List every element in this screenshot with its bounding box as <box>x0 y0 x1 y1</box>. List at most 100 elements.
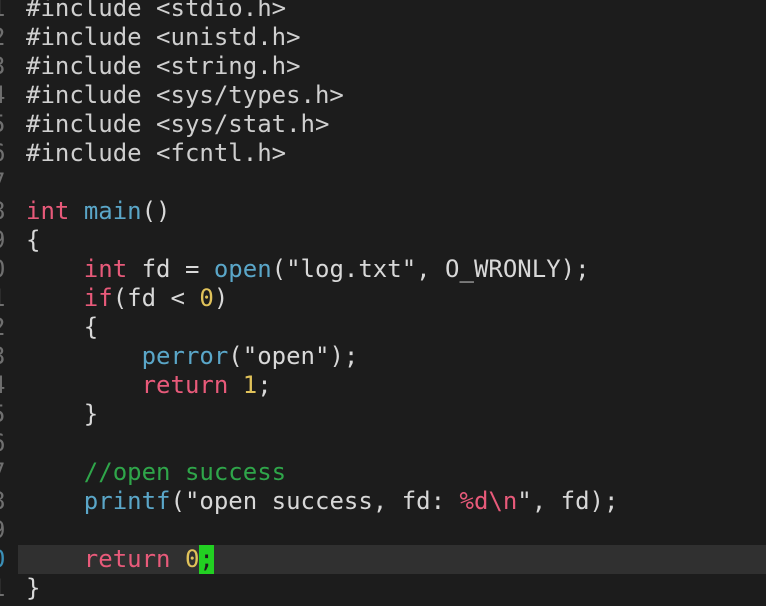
code-token-keyword-type: return <box>83 545 171 573</box>
code-token-string: "open" <box>242 342 330 370</box>
code-token-function: open <box>213 255 272 283</box>
code-line[interactable]: 5 } <box>0 400 766 429</box>
code-token-preprocessor: #include <string.h> <box>26 52 301 80</box>
line-number: 8 <box>0 487 18 516</box>
code-line[interactable]: 4 #include <sys/types.h> <box>0 81 766 110</box>
code-line[interactable]: 6 <box>0 429 766 458</box>
code-token-string: " <box>517 487 532 515</box>
code-line[interactable]: 1 if(fd < 0) <box>0 284 766 313</box>
line-code: int main() <box>26 197 171 226</box>
line-code: printf("open success, fd: %d\n", fd); <box>26 487 619 516</box>
code-line[interactable]: 1 #include <stdio.h> <box>0 0 766 23</box>
code-line[interactable]: 0 int fd = open("log.txt", O_WRONLY); <box>0 255 766 284</box>
line-code: #include <string.h> <box>26 52 301 81</box>
code-line[interactable]: 2 { <box>0 313 766 342</box>
code-token-punctuation: ( <box>228 342 243 370</box>
line-code: } <box>26 574 40 603</box>
code-line[interactable]: 5 #include <sys/stat.h> <box>0 110 766 139</box>
line-number: 9 <box>0 516 18 545</box>
line-number: 3 <box>0 52 18 81</box>
line-number: 6 <box>0 429 18 458</box>
code-line[interactable]: 8 int main() <box>0 197 766 226</box>
code-token-string: "open success, fd: <box>184 487 460 515</box>
code-line[interactable]: 1} <box>0 574 766 603</box>
code-token-preprocessor: #include <sys/types.h> <box>26 81 344 109</box>
code-token-format-specifier: %d\n <box>459 487 518 515</box>
line-code: return 0; <box>26 545 214 574</box>
code-token-number: 1 <box>242 371 258 399</box>
line-code: #include <fcntl.h> <box>26 139 286 168</box>
code-token-punctuation: , fd); <box>531 487 619 515</box>
line-code: #include <stdio.h> <box>26 0 286 23</box>
code-token-punctuation <box>26 371 142 399</box>
line-number: 7 <box>0 458 18 487</box>
code-token-punctuation <box>228 371 242 399</box>
code-line[interactable]: 3 perror("open"); <box>0 342 766 371</box>
line-number: 2 <box>0 313 18 342</box>
code-token-function: perror <box>141 342 229 370</box>
code-token-punctuation <box>171 545 185 573</box>
line-code: { <box>26 226 40 255</box>
code-line[interactable]: 6 #include <fcntl.h> <box>0 139 766 168</box>
line-number: 7 <box>0 168 18 197</box>
code-editor[interactable]: 1#include <stdio.h>2#include <unistd.h>3… <box>0 0 766 603</box>
code-token-punctuation <box>26 458 84 486</box>
line-code: #include <unistd.h> <box>26 23 301 52</box>
code-token-punctuation: , O_WRONLY); <box>416 255 590 283</box>
line-number: 6 <box>0 139 18 168</box>
line-number: 0 <box>0 255 18 284</box>
code-line[interactable]: 9{ <box>0 226 766 255</box>
code-line[interactable]: 4 return 1; <box>0 371 766 400</box>
line-code: if(fd < 0) <box>26 284 229 313</box>
line-number: 2 <box>0 23 18 52</box>
code-line[interactable]: 7 //open success <box>0 458 766 487</box>
code-token-punctuation <box>26 487 84 515</box>
line-number: 9 <box>0 226 18 255</box>
code-token-punctuation <box>26 545 84 573</box>
code-token-function: printf <box>83 487 171 515</box>
code-token-punctuation: fd = <box>127 255 214 283</box>
line-number: 1 <box>0 0 18 23</box>
code-token-punctuation: { <box>26 226 41 254</box>
code-token-keyword-type: return <box>141 371 229 399</box>
code-token-punctuation: } <box>26 400 99 428</box>
code-line-current[interactable]: 0 return 0; <box>0 545 766 574</box>
code-token-function: main <box>83 197 142 225</box>
code-line[interactable]: 3 #include <string.h> <box>0 52 766 81</box>
code-line[interactable]: 8 printf("open success, fd: %d\n", fd); <box>0 487 766 516</box>
code-token-keyword-type: if <box>83 284 113 312</box>
line-number: 4 <box>0 81 18 110</box>
line-code: int fd = open("log.txt", O_WRONLY); <box>26 255 590 284</box>
code-line[interactable]: 7 <box>0 168 766 197</box>
code-line[interactable]: 2 #include <unistd.h> <box>0 23 766 52</box>
code-token-string: "log.txt" <box>286 255 417 283</box>
code-token-punctuation: } <box>26 574 41 602</box>
code-token-punctuation <box>26 284 84 312</box>
code-token-punctuation: ( <box>271 255 287 283</box>
line-code: #include <sys/types.h> <box>26 81 344 110</box>
line-number: 3 <box>0 342 18 371</box>
code-line[interactable]: 9 <box>0 516 766 545</box>
block-cursor: ; <box>199 545 214 574</box>
code-token-punctuation: ); <box>329 342 359 370</box>
code-token-number: 0 <box>199 284 214 312</box>
line-code: } <box>26 400 98 429</box>
code-token-punctuation <box>69 197 83 225</box>
line-code: perror("open"); <box>26 342 359 371</box>
code-token-punctuation: (fd < <box>112 284 200 312</box>
code-token-number: 0 <box>184 545 200 573</box>
code-token-preprocessor: #include <unistd.h> <box>26 23 301 51</box>
code-token-punctuation: { <box>26 313 99 341</box>
line-number: 8 <box>0 197 18 226</box>
code-token-punctuation <box>26 342 142 370</box>
code-token-comment: //open success <box>83 458 287 486</box>
line-number: 1 <box>0 284 18 313</box>
code-token-punctuation: () <box>141 197 171 225</box>
line-code: return 1; <box>26 371 272 400</box>
code-token-preprocessor: #include <sys/stat.h> <box>26 110 330 138</box>
code-token-preprocessor: #include <fcntl.h> <box>26 139 287 167</box>
line-code: { <box>26 313 98 342</box>
code-token-keyword-type: int <box>83 255 128 283</box>
line-code: #include <sys/stat.h> <box>26 110 329 139</box>
line-number: 5 <box>0 110 18 139</box>
